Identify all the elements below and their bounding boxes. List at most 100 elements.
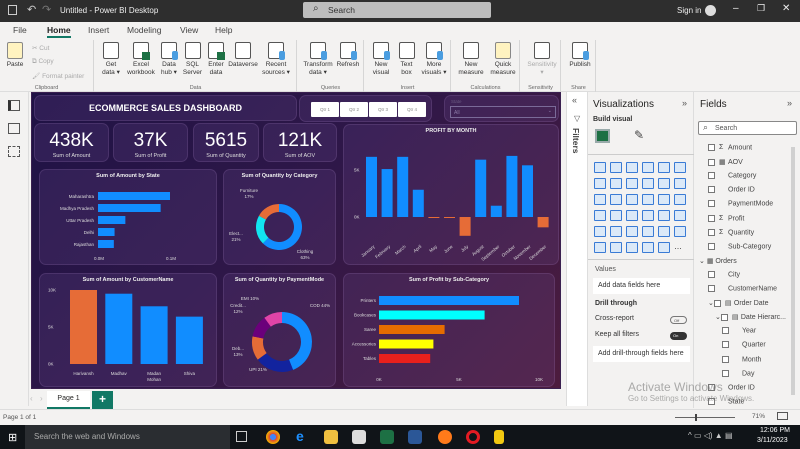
visual-type-icon[interactable] [610, 194, 622, 205]
checkbox[interactable] [722, 369, 729, 377]
field-item[interactable]: Month [722, 355, 761, 363]
bar[interactable] [366, 156, 377, 217]
visual-type-icon[interactable] [642, 178, 654, 189]
field-item[interactable]: Σ Amount [708, 144, 752, 151]
tab-insert[interactable]: Insert [88, 25, 109, 35]
recent-sources-button[interactable]: Recent sources ▾ [259, 42, 293, 77]
bar[interactable] [381, 169, 393, 217]
dataverse-button[interactable]: Dataverse [227, 42, 259, 69]
visual-type-icon[interactable] [610, 162, 622, 173]
visual-type-icon[interactable] [610, 210, 622, 221]
quick-measure-button[interactable]: Quick measure [487, 42, 519, 77]
visual-type-icon[interactable] [674, 194, 686, 205]
field-item[interactable]: Σ Quantity [708, 228, 754, 236]
visual-type-icon[interactable] [626, 226, 638, 237]
checkbox[interactable] [708, 200, 715, 208]
tab-view[interactable]: View [180, 25, 198, 35]
redo-icon[interactable]: ↷ [42, 3, 51, 16]
field-item[interactable]: City [708, 270, 740, 278]
bar[interactable] [98, 228, 115, 236]
field-table[interactable]: ⌄ ▦ Orders [699, 257, 737, 265]
close-button[interactable]: ✕ [782, 3, 790, 14]
data-hub-button[interactable]: Data hub ▾ [158, 42, 180, 77]
visual-type-icon[interactable] [626, 178, 638, 189]
table-view-icon[interactable] [8, 123, 20, 134]
field-item[interactable]: CustomerName [708, 285, 777, 292]
visual-type-icon[interactable] [594, 242, 606, 253]
visual-type-icon[interactable]: … [674, 242, 686, 253]
checkbox[interactable] [708, 186, 715, 194]
chrome-icon[interactable] [266, 430, 280, 444]
minimize-button[interactable]: – [733, 3, 739, 14]
checkbox[interactable] [708, 172, 715, 180]
visual-type-icon[interactable] [642, 226, 654, 237]
visual-type-icon[interactable] [674, 178, 686, 189]
store-icon[interactable] [352, 430, 366, 444]
avatar[interactable] [705, 5, 716, 16]
bar[interactable] [379, 354, 431, 363]
format-painter-button[interactable]: 🖌 Format painter [32, 72, 84, 80]
field-item[interactable]: ⌄ ▤ Order Date [708, 299, 769, 307]
values-well[interactable]: Add data fields here [593, 278, 690, 294]
bar[interactable] [490, 205, 502, 217]
visual-type-icon[interactable] [642, 242, 654, 253]
prev-page-icon[interactable]: ‹ [30, 394, 33, 403]
page-tab-1[interactable]: Page 1 [47, 391, 90, 409]
tray-icons[interactable]: ^ ▭ ◁) ▲ ▤ [688, 431, 733, 440]
field-item[interactable]: Order ID [708, 186, 755, 194]
bar[interactable] [475, 159, 487, 217]
visual-type-icon[interactable] [610, 226, 622, 237]
undo-icon[interactable]: ↶ [27, 3, 36, 16]
checkbox[interactable] [708, 270, 715, 278]
field-item[interactable]: Σ Profit [708, 214, 744, 222]
visual-type-icon[interactable] [626, 210, 638, 221]
bar[interactable] [140, 306, 168, 364]
transform-data-button[interactable]: Transform data ▾ [301, 42, 335, 77]
checkbox[interactable] [708, 242, 715, 250]
checkbox[interactable] [720, 313, 728, 321]
maximize-button[interactable]: ❐ [757, 3, 765, 14]
zoom-slider[interactable] [675, 414, 735, 421]
report-view-icon[interactable] [8, 100, 20, 111]
excel-icon[interactable] [380, 430, 394, 444]
visual-type-icon[interactable] [610, 178, 622, 189]
profit-by-subcategory-chart[interactable]: Sum of Profit by Sub-Category Printers Boo… [343, 273, 555, 387]
bar[interactable] [70, 290, 97, 364]
paste-button[interactable]: Paste [4, 42, 26, 69]
next-page-icon[interactable]: › [40, 394, 43, 403]
get-data-button[interactable]: Get data ▾ [98, 42, 124, 77]
bar[interactable] [412, 189, 424, 217]
add-page-button[interactable]: + [92, 391, 113, 409]
more-visuals-button[interactable]: More visuals ▾ [419, 42, 449, 77]
amount-by-customer-chart[interactable]: Sum of Amount by CustomerName 0K 5K 10K Hari… [39, 273, 217, 387]
text-box-button[interactable]: Text box [394, 42, 419, 77]
expand-icon[interactable]: » [787, 98, 792, 108]
visual-type-icon[interactable] [626, 242, 638, 253]
checkbox[interactable] [708, 214, 715, 222]
tab-help[interactable]: Help [215, 25, 232, 35]
visual-type-icon[interactable] [594, 210, 606, 221]
bar[interactable] [98, 192, 170, 200]
checkbox[interactable] [708, 144, 715, 151]
search-box[interactable]: ⌕ Search [303, 2, 491, 18]
excel-workbook-button[interactable]: Excel workbook [124, 42, 158, 77]
visual-type-icon[interactable] [594, 178, 606, 189]
bar[interactable] [537, 217, 549, 228]
bar[interactable] [379, 310, 485, 320]
state-dropdown[interactable]: All ⌄ [450, 106, 556, 118]
cross-report-toggle[interactable]: Off [670, 316, 687, 324]
visual-type-icon[interactable] [610, 242, 622, 253]
checkbox[interactable] [722, 355, 729, 363]
qtr-3-button[interactable]: Qtr 3 [369, 102, 397, 117]
expand-icon[interactable]: » [682, 98, 687, 108]
windows-start-icon[interactable]: ⊞ [8, 431, 17, 444]
field-item[interactable]: ▦ AOV [708, 158, 743, 166]
profit-by-month-chart[interactable]: PROFIT BY MONTH 0K 5K January February March A… [343, 124, 559, 265]
bar[interactable] [98, 216, 126, 224]
refresh-button[interactable]: Refresh [335, 42, 361, 69]
power-bi-icon[interactable] [494, 430, 504, 444]
visual-type-icon[interactable] [658, 178, 670, 189]
visual-type-icon[interactable] [674, 226, 686, 237]
field-item[interactable]: Day [722, 369, 754, 377]
bar[interactable] [379, 339, 434, 349]
